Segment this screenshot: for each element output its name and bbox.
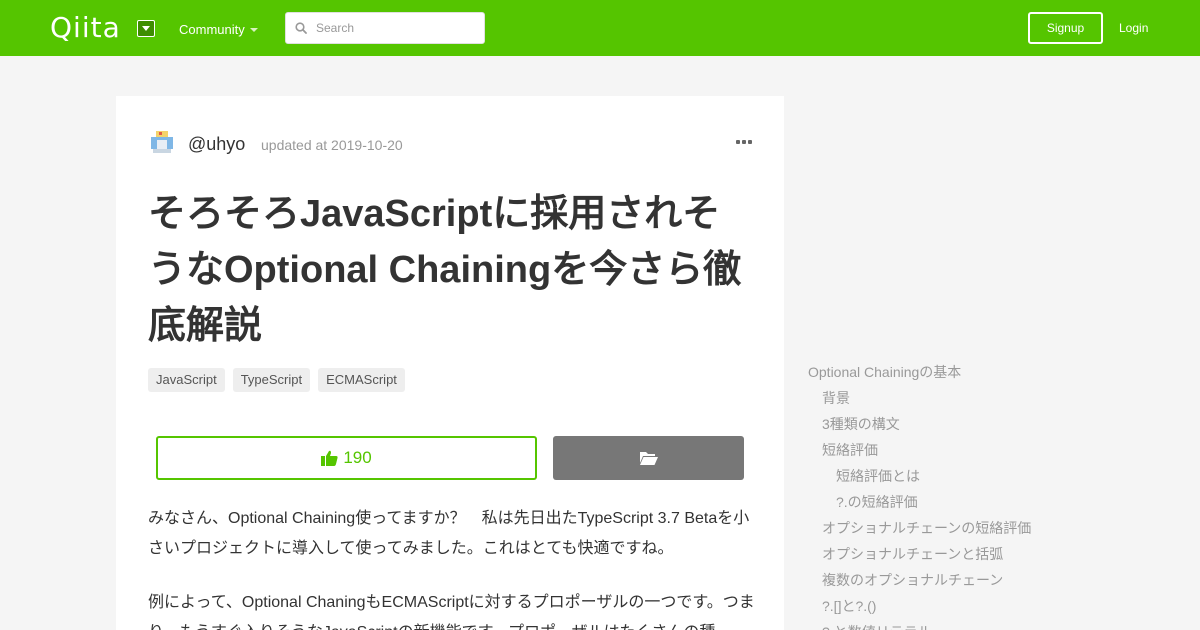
logo-dropdown-icon[interactable] [137,20,155,37]
toc-item[interactable]: ?.と数値リテラル [822,622,932,630]
like-button[interactable]: 190 [156,436,537,480]
like-count: 190 [343,448,372,467]
article-card: @uhyo updated at 2019-10-20 そろそろJavaScri… [116,96,784,630]
tag-item[interactable]: ECMAScript [318,368,405,392]
article-paragraph: みなさん、Optional Chaining使ってますか？ 私は先日出たType… [148,510,750,557]
search-box [285,12,485,44]
author-name[interactable]: @uhyo [188,133,245,155]
search-icon [295,22,307,34]
updated-date: updated at 2019-10-20 [261,137,403,153]
toc-item[interactable]: 短絡評価とは [836,466,920,486]
community-menu[interactable]: Community [179,22,245,38]
folder-open-icon [639,451,658,465]
more-options-icon[interactable] [736,140,752,146]
toc-item[interactable]: Optional Chainingの基本 [808,362,961,382]
tag-item[interactable]: TypeScript [232,368,311,392]
toc-item[interactable]: 短絡評価 [822,440,878,460]
qiita-logo[interactable]: Qiita [50,12,121,44]
signup-button[interactable]: Signup [1028,12,1103,44]
toc-item[interactable]: オプショナルチェーンの短絡評価 [822,518,1031,538]
toc-item[interactable]: ?.の短絡評価 [836,492,918,512]
toc-item[interactable]: 背景 [822,388,850,408]
toc-item[interactable]: 複数のオプショナルチェーン [822,570,1003,590]
global-header: Qiita Community Signup Login [0,0,1200,56]
article-title: そろそろJavaScriptに採用されそうなOptional Chainingを… [148,193,742,347]
search-input[interactable] [316,13,481,43]
toc-item[interactable]: ?.[]と?.() [822,596,876,616]
toc-item[interactable]: 3種類の構文 [822,414,900,434]
toc-item[interactable]: オプショナルチェーンと括弧 [822,544,1003,564]
login-link[interactable]: Login [1119,20,1148,36]
avatar[interactable] [148,128,176,156]
thumbs-up-icon [321,450,338,466]
stock-button[interactable] [553,436,744,480]
tag-item[interactable]: JavaScript [148,368,225,392]
chevron-down-icon[interactable] [250,28,258,32]
article-paragraph: 例によって、Optional ChaningもECMAScriptに対するプロポ… [148,594,755,630]
tag-list: JavaScript TypeScript ECMAScript [148,368,405,392]
